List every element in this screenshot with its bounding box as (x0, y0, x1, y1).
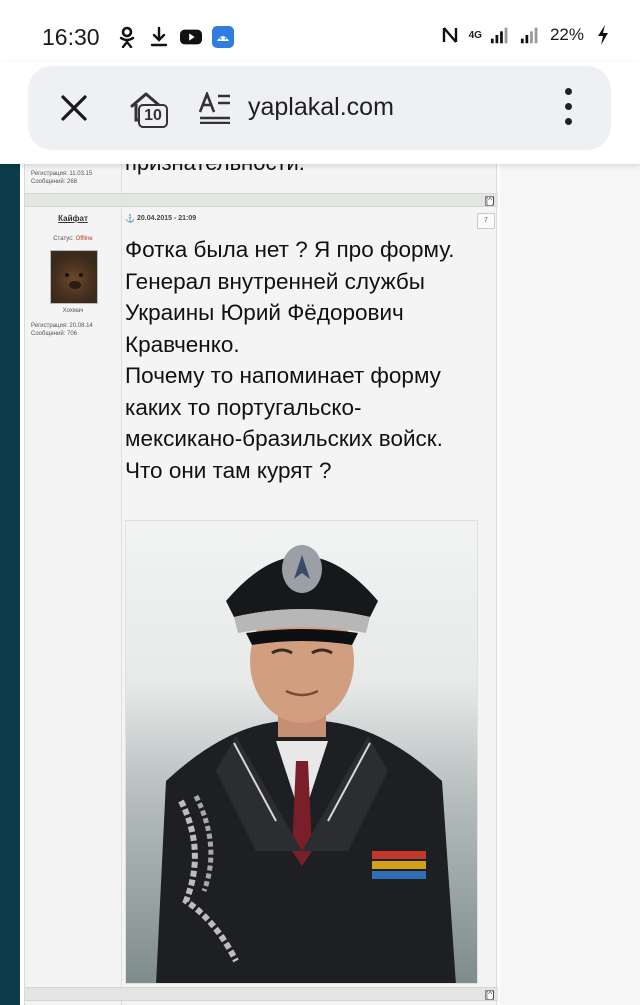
post-separator: [^] (25, 193, 498, 207)
tab-count-badge[interactable]: 10 (138, 104, 168, 128)
author-messages: Сообщений: 706 (31, 331, 78, 337)
post-line: Кравченко. (125, 331, 240, 357)
previous-registration: Регистрация: 11.03.15 (31, 171, 93, 177)
post-body: Фотка была нет ? Я про форму. Генерал вн… (125, 234, 495, 486)
scroll-top-link[interactable]: [^] (485, 196, 494, 206)
system-icons: 4G 22% (439, 24, 614, 46)
notification-icons (116, 26, 234, 48)
battery-charging-icon (592, 24, 614, 46)
post-line: Фотка была нет ? Я про форму. (125, 237, 455, 262)
screen: 16:30 4G 22% 10 yaplakal.com Регистрация… (0, 0, 640, 1005)
previous-messages: Сообщений: 268 (31, 179, 78, 185)
post-separator-bottom: [^] (25, 987, 498, 1001)
post-header: Кайфат ⚓ 20.04.2015 - 21:09 7 (25, 210, 498, 232)
signal-icon-2 (520, 24, 542, 46)
author-status: Статус: Offline (25, 236, 121, 242)
status-time: 16:30 (42, 24, 100, 50)
post-author[interactable]: Кайфат (25, 214, 121, 223)
post-line: Почему то напоминает форму (125, 363, 441, 388)
network-type: 4G (468, 29, 482, 41)
nfc-icon (439, 24, 461, 46)
post-number[interactable]: 7 (477, 213, 495, 229)
address-bar[interactable]: 10 yaplakal.com (28, 66, 611, 150)
youtube-icon (180, 26, 202, 48)
signal-icon (490, 24, 512, 46)
more-menu-icon[interactable] (560, 88, 576, 130)
anchor-icon[interactable]: ⚓ (125, 214, 135, 223)
close-icon[interactable] (56, 90, 92, 126)
post-line: Украины Юрий Фёдорович (125, 300, 404, 325)
scroll-top-link-bottom[interactable]: [^] (485, 990, 494, 1000)
url-text[interactable]: yaplakal.com (248, 93, 394, 122)
status-offline: Offline (75, 236, 93, 242)
download-icon (148, 26, 170, 48)
battery-percent: 22% (549, 25, 584, 44)
browser-toolbar: 10 yaplakal.com (0, 62, 640, 164)
status-label: Статус: (53, 236, 76, 242)
avatar-caption: Хохмач (62, 308, 84, 314)
post-line: Что они там курят ? (125, 457, 332, 483)
odnoklassniki-icon (116, 26, 138, 48)
post-line: мексикано-бразильских войск. (125, 426, 443, 451)
site-right-pane (500, 164, 640, 1005)
site-left-bar (0, 164, 20, 1005)
author-registration: Регистрация: 20.08.14 (31, 323, 93, 329)
post-line: каких то португальско- (125, 394, 362, 420)
forum-thread: признательности. Регистрация: 11.03.15 С… (24, 150, 498, 1005)
post-photo[interactable] (125, 520, 478, 984)
avatar[interactable] (50, 250, 98, 304)
status-bar: 16:30 4G 22% (0, 0, 640, 62)
web-page: признательности. Регистрация: 11.03.15 С… (0, 150, 640, 1005)
app-icon (212, 26, 234, 48)
post-line: Генерал внутренней службы (125, 268, 425, 294)
reader-mode-icon[interactable] (198, 90, 232, 125)
post-date: 20.04.2015 - 21:09 (137, 215, 197, 222)
